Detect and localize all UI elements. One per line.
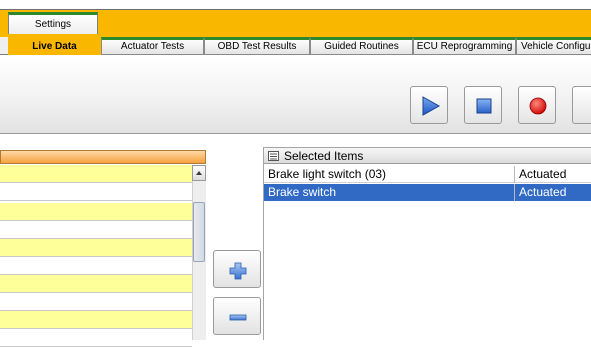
list-item[interactable]	[0, 239, 192, 257]
list-item[interactable]	[0, 329, 192, 347]
stop-icon	[476, 98, 492, 114]
list-item[interactable]	[0, 275, 192, 293]
item-value: Actuated	[519, 185, 567, 199]
list-item[interactable]	[0, 257, 192, 275]
remove-item-button[interactable]	[213, 297, 261, 335]
play-icon	[422, 96, 441, 116]
add-item-button[interactable]	[213, 250, 261, 288]
selected-items-title: Selected Items	[284, 149, 364, 163]
available-items-header	[0, 150, 206, 164]
tab-actuator-tests[interactable]: Actuator Tests	[101, 37, 204, 55]
tab-obd-test-results[interactable]: OBD Test Results	[204, 37, 310, 55]
list-icon	[268, 151, 279, 161]
minus-icon	[229, 314, 247, 321]
list-item[interactable]	[0, 221, 192, 239]
record-button[interactable]	[518, 86, 556, 124]
stop-button[interactable]	[464, 86, 502, 124]
item-name: Brake switch	[264, 184, 515, 201]
toolbar-overflow-button[interactable]	[572, 86, 591, 124]
record-icon	[529, 97, 547, 115]
tab-ecu-reprogramming[interactable]: ECU Reprogramming	[413, 37, 516, 55]
tab-live-data[interactable]: Live Data	[8, 37, 101, 55]
tab-settings[interactable]: Settings	[8, 12, 98, 34]
play-button[interactable]	[410, 86, 448, 124]
list-item[interactable]	[0, 203, 192, 221]
chevron-up-icon	[196, 171, 202, 175]
scroll-thumb[interactable]	[193, 202, 205, 262]
scroll-up-button[interactable]	[192, 165, 206, 181]
table-row-selected[interactable]: Brake switch Actuated	[264, 184, 591, 201]
tab-guided-routines[interactable]: Guided Routines	[310, 37, 413, 55]
plus-icon	[229, 262, 247, 280]
tab-vehicle-configuration[interactable]: Vehicle Configuration	[516, 37, 591, 55]
list-item[interactable]	[0, 293, 192, 311]
list-item[interactable]	[0, 183, 192, 201]
list-item[interactable]	[0, 311, 192, 329]
item-name: Brake light switch (03)	[264, 166, 515, 183]
table-row[interactable]: Brake light switch (03) Actuated	[264, 166, 591, 183]
list-item[interactable]	[0, 165, 192, 183]
item-value: Actuated	[519, 167, 567, 181]
